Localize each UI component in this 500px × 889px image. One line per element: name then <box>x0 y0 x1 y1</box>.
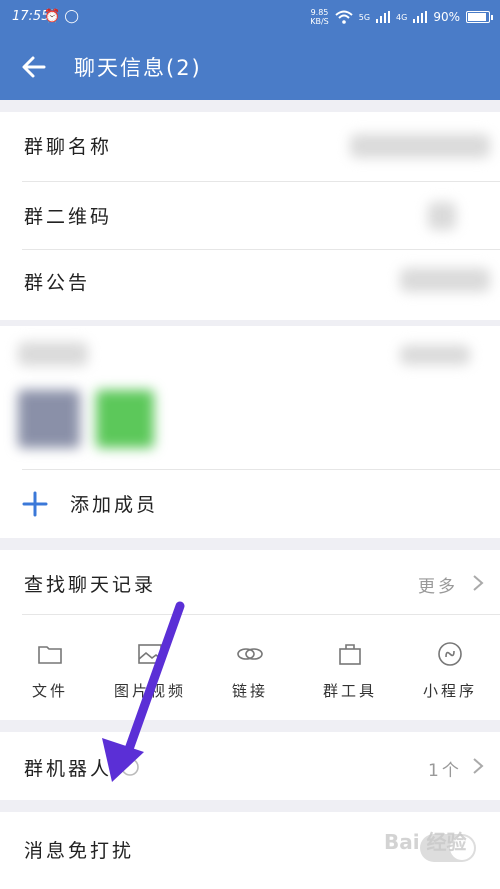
mute-label: 消息免打扰 <box>24 840 135 862</box>
battery-icon <box>466 11 493 23</box>
folder-icon <box>38 646 62 664</box>
group-robot-label: 群机器人 <box>24 758 113 780</box>
plus-icon <box>22 491 48 517</box>
wifi-icon <box>335 10 353 24</box>
tool-link-label: 链接 <box>231 682 268 700</box>
chevron-right-icon <box>473 758 484 774</box>
net-speed-value: 9.85 <box>310 8 329 17</box>
watermark-logo: Bai 经验 <box>384 830 467 854</box>
mini-program-icon <box>438 642 462 666</box>
status-bar: 17:55 ⏰ ◯ 9.85 KB/S 5G 4G 90% <box>0 0 500 34</box>
help-icon[interactable] <box>120 757 140 777</box>
tool-file-label: 文件 <box>31 682 68 700</box>
chevron-right-icon <box>473 575 484 591</box>
tool-media[interactable]: 图片视频 <box>100 630 200 701</box>
search-history-row[interactable]: 查找聊天记录 更多 <box>0 550 500 614</box>
net-speed-unit: KB/S <box>310 17 329 26</box>
tool-mini-program[interactable]: 小程序 <box>400 630 500 701</box>
tool-file[interactable]: 文件 <box>0 630 100 701</box>
robot-count: 1个 <box>428 761 462 781</box>
group-qr-row[interactable]: 群二维码 <box>0 182 500 250</box>
signal-bars-icon-2 <box>413 11 428 23</box>
toolbox-icon <box>339 644 361 665</box>
link-icon <box>237 648 263 660</box>
image-icon <box>138 644 162 664</box>
signal-icon-2: 4G <box>396 12 408 22</box>
avatar[interactable] <box>18 390 80 448</box>
add-member-label: 添加成员 <box>70 494 159 516</box>
group-notice-row[interactable]: 群公告 <box>0 250 500 316</box>
history-tools: 文件 图片视频 链接 群工具 小程序 <box>0 630 500 710</box>
search-history-label: 查找聊天记录 <box>24 574 157 596</box>
tool-link[interactable]: 链接 <box>200 630 300 701</box>
tool-media-label: 图片视频 <box>113 682 186 700</box>
battery-percent: 90% <box>433 10 460 24</box>
more-label: 更多 <box>418 577 458 597</box>
add-member-row[interactable]: 添加成员 <box>0 470 500 538</box>
group-name-label: 群聊名称 <box>24 136 113 158</box>
group-notice-label: 群公告 <box>24 272 91 294</box>
page-title: 聊天信息(2) <box>74 56 202 80</box>
qr-code-icon <box>428 202 456 230</box>
net-speed: 9.85 KB/S <box>310 8 329 26</box>
members-title-blurred <box>18 342 88 366</box>
group-name-row[interactable]: 群聊名称 <box>0 112 500 182</box>
tool-group-tools-label: 群工具 <box>322 682 377 700</box>
tool-mini-program-label: 小程序 <box>422 682 477 700</box>
avatar[interactable] <box>96 390 154 448</box>
group-robot-row[interactable]: 群机器人 1个 <box>0 732 500 800</box>
divider <box>22 614 500 615</box>
members-count-blurred <box>400 345 470 365</box>
title-bar: 聊天信息(2) <box>0 34 500 100</box>
arrow-left-icon[interactable] <box>18 51 50 83</box>
status-right-group: 9.85 KB/S 5G 4G 90% <box>310 8 493 26</box>
group-notice-value-blurred <box>400 268 490 292</box>
group-qr-label: 群二维码 <box>24 206 113 228</box>
tool-group-tools[interactable]: 群工具 <box>300 630 400 701</box>
alarm-icon: ⏰ ◯ <box>44 9 79 24</box>
signal-icon-1: 5G <box>358 12 371 22</box>
signal-bars-icon <box>376 11 391 23</box>
group-name-value-blurred <box>350 134 490 158</box>
